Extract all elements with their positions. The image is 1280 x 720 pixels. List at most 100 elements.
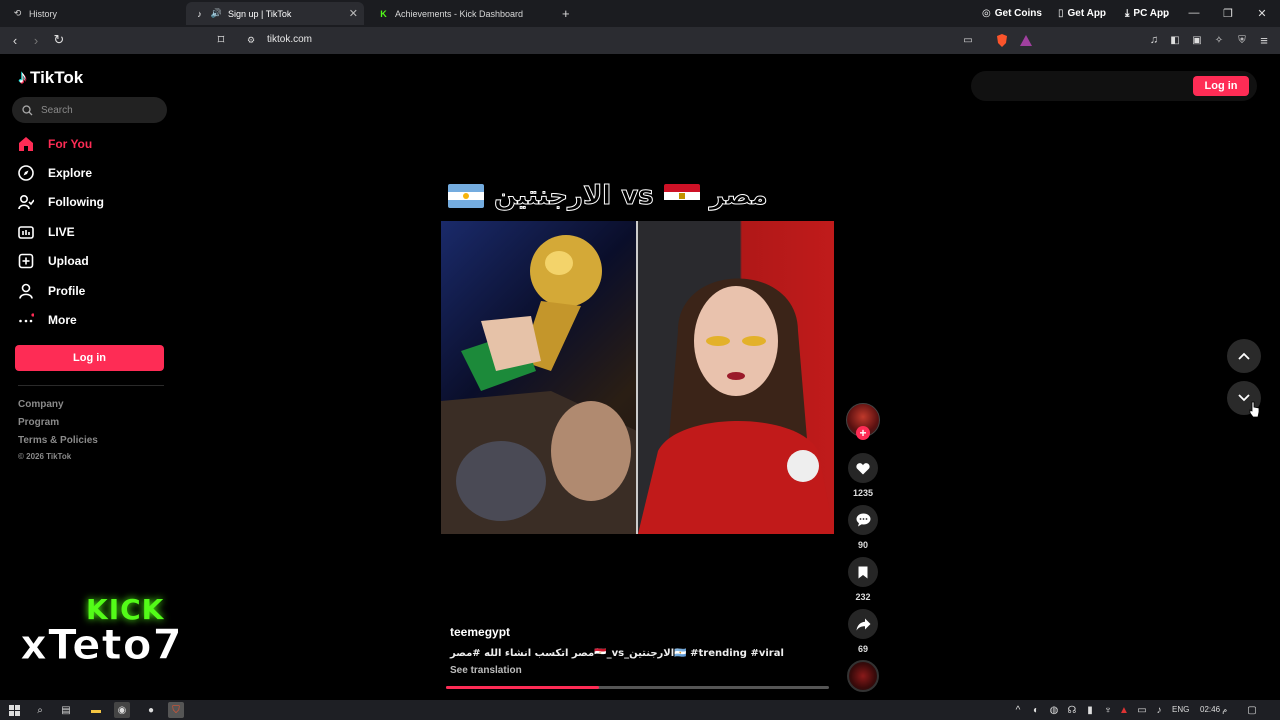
brave-rewards-icon[interactable]: [1018, 32, 1034, 48]
sidebar-item-profile[interactable]: Profile: [18, 280, 85, 302]
search-input[interactable]: Search: [12, 97, 167, 123]
video-player[interactable]: [441, 221, 834, 534]
footer-link-terms[interactable]: Terms & Policies: [18, 435, 98, 446]
phone-icon: ▯: [1058, 8, 1064, 19]
clock[interactable]: 02:46 م: [1200, 705, 1227, 714]
trophy-scene-image: [441, 235, 637, 534]
sidebar-item-more[interactable]: More: [18, 309, 77, 331]
copyright-text: © 2026 TikTok: [18, 452, 72, 461]
tab-kick[interactable]: K Achievements - Kick Dashboard: [370, 2, 550, 25]
kick-icon: K: [380, 8, 387, 19]
sidebar-item-label: Profile: [48, 284, 86, 298]
file-explorer-icon[interactable]: ▬: [88, 702, 104, 718]
get-coins-button[interactable]: ◎ Get Coins: [982, 8, 1042, 19]
brave-browser-icon[interactable]: ⛉: [168, 702, 184, 718]
tray-overflow-icon[interactable]: ^: [1010, 702, 1026, 718]
window-close-icon[interactable]: ✕: [1254, 5, 1270, 21]
pc-app-label: PC App: [1133, 8, 1170, 19]
vpn-icon[interactable]: ⛨: [1234, 32, 1250, 48]
comment-button[interactable]: [848, 505, 878, 535]
share-icon: [856, 618, 870, 630]
microphone-icon[interactable]: ♆: [1100, 702, 1116, 718]
music-disc-icon[interactable]: [847, 660, 879, 692]
sidebar-item-upload[interactable]: Upload: [18, 250, 89, 272]
sidebar-item-label: For You: [48, 137, 93, 151]
site-settings-icon[interactable]: ⚙: [243, 32, 259, 48]
close-tab-icon[interactable]: ✕: [349, 7, 358, 20]
sidebar-item-following[interactable]: Following: [18, 191, 104, 213]
chevron-up-icon: [1238, 352, 1250, 360]
leo-ai-icon[interactable]: ✧: [1211, 32, 1227, 48]
volume-icon[interactable]: ♪: [1151, 702, 1167, 718]
menu-icon[interactable]: ≡: [1256, 32, 1272, 48]
sidebar-item-live[interactable]: LIVE: [18, 221, 75, 243]
search-placeholder: Search: [41, 104, 73, 116]
streamer-name: xTeto7: [20, 620, 183, 670]
forward-icon[interactable]: ›: [28, 32, 44, 48]
sidebar-item-explore[interactable]: Explore: [18, 162, 92, 184]
back-icon[interactable]: ‹: [7, 32, 23, 48]
share-count: 69: [857, 644, 868, 654]
tab-tiktok[interactable]: ♪ 🔊 Sign up | TikTok ✕: [186, 2, 364, 25]
sidebar-item-label: LIVE: [48, 225, 75, 239]
tray-app-icon[interactable]: ◐: [1028, 702, 1044, 718]
share-button[interactable]: [848, 609, 878, 639]
tiktok-note-icon: ♪: [18, 67, 27, 87]
bookmark-icon[interactable]: ⌑: [213, 32, 229, 48]
video-title-left: الارجنتين: [493, 181, 612, 212]
following-icon: [18, 194, 34, 210]
comment-icon: [856, 513, 870, 527]
video-title-overlay: الارجنتين vs مصر: [448, 176, 778, 216]
save-button[interactable]: [848, 557, 878, 587]
live-icon: [18, 224, 34, 240]
task-view-icon[interactable]: ▤: [58, 702, 74, 718]
previous-video-button[interactable]: [1227, 339, 1261, 373]
sidebar-login-button[interactable]: Log in: [15, 345, 164, 371]
tab-history[interactable]: ⟲ History: [4, 2, 184, 25]
brave-shield-icon[interactable]: [994, 32, 1010, 48]
top-login-button[interactable]: Log in: [1193, 76, 1249, 96]
see-translation-link[interactable]: See translation: [450, 665, 522, 676]
tiktok-icon: ♪: [197, 8, 202, 19]
video-panel-trophy: [441, 221, 637, 534]
sidebar-item-for-you[interactable]: For You: [18, 133, 92, 155]
windows-start-icon[interactable]: [6, 702, 22, 718]
creator-username[interactable]: teemegypt: [450, 625, 510, 639]
comment-count: 90: [857, 540, 868, 550]
app-icon[interactable]: ◉: [114, 702, 130, 718]
tray-app-icon[interactable]: ▮: [1082, 702, 1098, 718]
video-progress-bar[interactable]: [446, 686, 829, 689]
sidebar-item-label: Upload: [48, 254, 89, 268]
language-indicator[interactable]: ENG: [1172, 705, 1189, 714]
pc-app-button[interactable]: ⤓ PC App: [1125, 8, 1169, 19]
bookmark-icon: [858, 566, 868, 578]
follow-plus-icon[interactable]: +: [856, 426, 870, 440]
tray-app-icon[interactable]: ◍: [1046, 702, 1062, 718]
url-field[interactable]: tiktok.com: [267, 34, 312, 45]
minimize-icon[interactable]: —: [1186, 5, 1202, 21]
video-title-right: مصر: [709, 181, 768, 212]
get-app-button[interactable]: ▯ Get App: [1058, 8, 1106, 19]
upload-icon: [18, 253, 34, 269]
tiktok-logo[interactable]: ♪ TikTok: [18, 67, 83, 88]
network-icon[interactable]: ▭: [1134, 702, 1150, 718]
obs-icon[interactable]: ●: [143, 702, 159, 718]
tray-app-icon[interactable]: ▲: [1116, 702, 1132, 718]
cast-icon[interactable]: ▭: [960, 32, 976, 48]
sidebar-toggle-icon[interactable]: ◧: [1167, 32, 1183, 48]
maximize-icon[interactable]: ❐: [1220, 5, 1236, 21]
new-tab-button[interactable]: +: [554, 2, 578, 25]
media-icon[interactable]: ♫: [1146, 32, 1162, 48]
search-icon[interactable]: ⌕: [32, 702, 48, 718]
reload-icon[interactable]: ↻: [51, 32, 67, 48]
footer-link-program[interactable]: Program: [18, 417, 59, 428]
coin-icon: ◎: [982, 8, 991, 19]
video-panel-person: [638, 221, 834, 534]
heart-icon: [856, 462, 870, 474]
notifications-icon[interactable]: ▢: [1244, 702, 1260, 718]
footer-link-company[interactable]: Company: [18, 399, 64, 410]
wallet-icon[interactable]: ▣: [1189, 32, 1205, 48]
video-caption: مصر اتكسب انشاء الله #مصر🇪🇬_vs_الارجنتين…: [450, 648, 784, 659]
like-button[interactable]: [848, 453, 878, 483]
headset-icon[interactable]: ☊: [1064, 702, 1080, 718]
